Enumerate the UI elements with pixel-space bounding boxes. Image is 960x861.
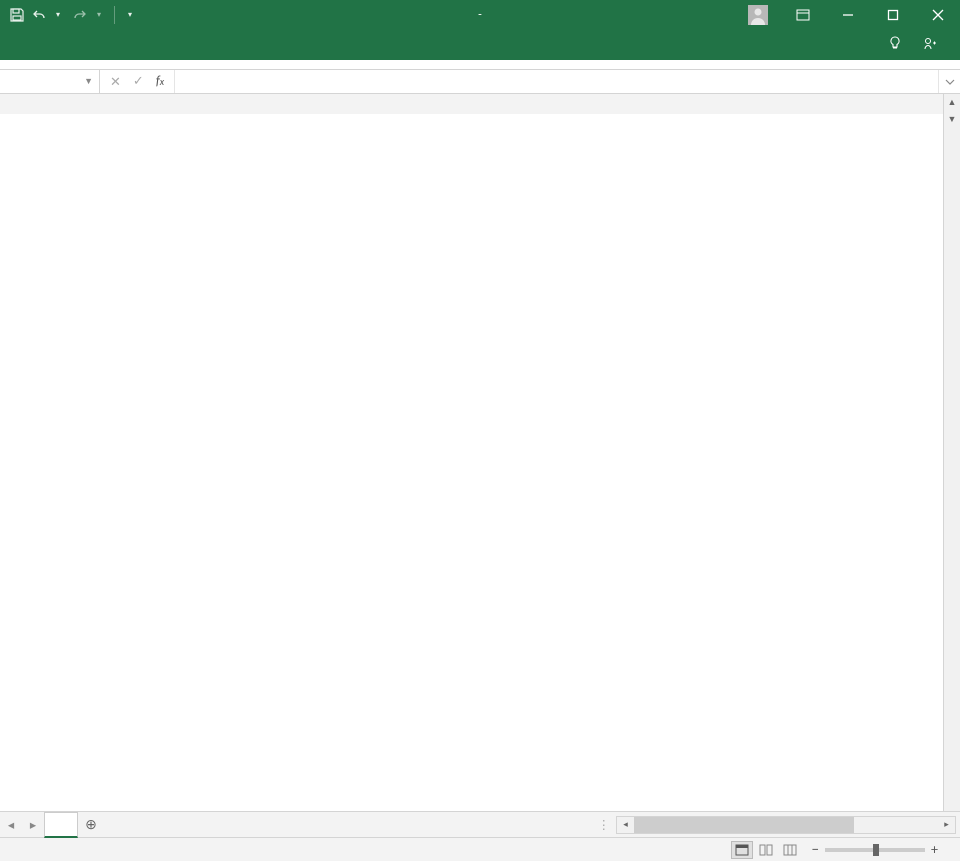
fx-icon[interactable]: fx: [156, 74, 164, 89]
vertical-scrollbar[interactable]: ▲ ▼: [943, 94, 960, 811]
split-handle-icon[interactable]: ⋮: [598, 817, 611, 833]
horizontal-scrollbar[interactable]: ◂ ▸: [616, 816, 956, 834]
page-break-view-button[interactable]: [779, 841, 801, 859]
spreadsheet-grid[interactable]: ▲ ▼: [0, 94, 960, 811]
status-bar: − +: [0, 837, 960, 861]
qat-customize-icon[interactable]: ▾: [121, 6, 139, 24]
maximize-button[interactable]: [870, 0, 915, 30]
name-box[interactable]: ▼: [0, 70, 100, 93]
close-button[interactable]: [915, 0, 960, 30]
ribbon-tabs: [0, 30, 960, 60]
window-title: -: [474, 8, 486, 22]
avatar-icon: [748, 5, 768, 25]
tell-me[interactable]: [888, 36, 907, 54]
sheet-nav-prev-icon[interactable]: ◂: [0, 817, 22, 833]
undo-dropdown-icon[interactable]: ▾: [49, 6, 67, 24]
undo-icon[interactable]: [30, 6, 48, 24]
redo-dropdown-icon[interactable]: ▾: [90, 6, 108, 24]
formula-bar: ▼ ✕ ✓ fx: [0, 70, 960, 94]
share-icon: [923, 36, 937, 54]
scroll-right-icon[interactable]: ▸: [938, 819, 955, 830]
expand-formula-icon[interactable]: [938, 70, 960, 93]
cancel-icon[interactable]: ✕: [110, 74, 121, 90]
scroll-down-icon[interactable]: ▼: [944, 111, 960, 128]
name-box-dropdown-icon[interactable]: ▼: [84, 76, 93, 87]
scroll-up-icon[interactable]: ▲: [944, 94, 960, 111]
scroll-left-icon[interactable]: ◂: [617, 819, 634, 830]
page-layout-view-button[interactable]: [755, 841, 777, 859]
save-icon[interactable]: [8, 6, 26, 24]
normal-view-button[interactable]: [731, 841, 753, 859]
add-sheet-button[interactable]: ⊕: [78, 816, 104, 833]
zoom-slider[interactable]: [825, 848, 925, 852]
zoom-control[interactable]: − +: [812, 841, 952, 859]
sheet-nav-next-icon[interactable]: ▸: [22, 817, 44, 833]
share[interactable]: [923, 36, 942, 54]
sheet-tab-active[interactable]: [44, 812, 78, 838]
zoom-in-button[interactable]: +: [931, 841, 938, 858]
enter-icon[interactable]: ✓: [133, 74, 144, 89]
redo-icon[interactable]: [71, 6, 89, 24]
quick-access-toolbar: ▾ ▾ ▾: [0, 0, 139, 30]
sheet-tab-bar: ◂ ▸ ⊕ ⋮ ◂ ▸: [0, 811, 960, 837]
ribbon-options-icon[interactable]: [780, 0, 825, 30]
formula-input[interactable]: [175, 70, 938, 93]
minimize-button[interactable]: [825, 0, 870, 30]
title-bar: ▾ ▾ ▾ -: [0, 0, 960, 30]
lightbulb-icon: [888, 36, 902, 54]
account-area[interactable]: [742, 5, 768, 25]
zoom-out-button[interactable]: −: [812, 841, 819, 859]
